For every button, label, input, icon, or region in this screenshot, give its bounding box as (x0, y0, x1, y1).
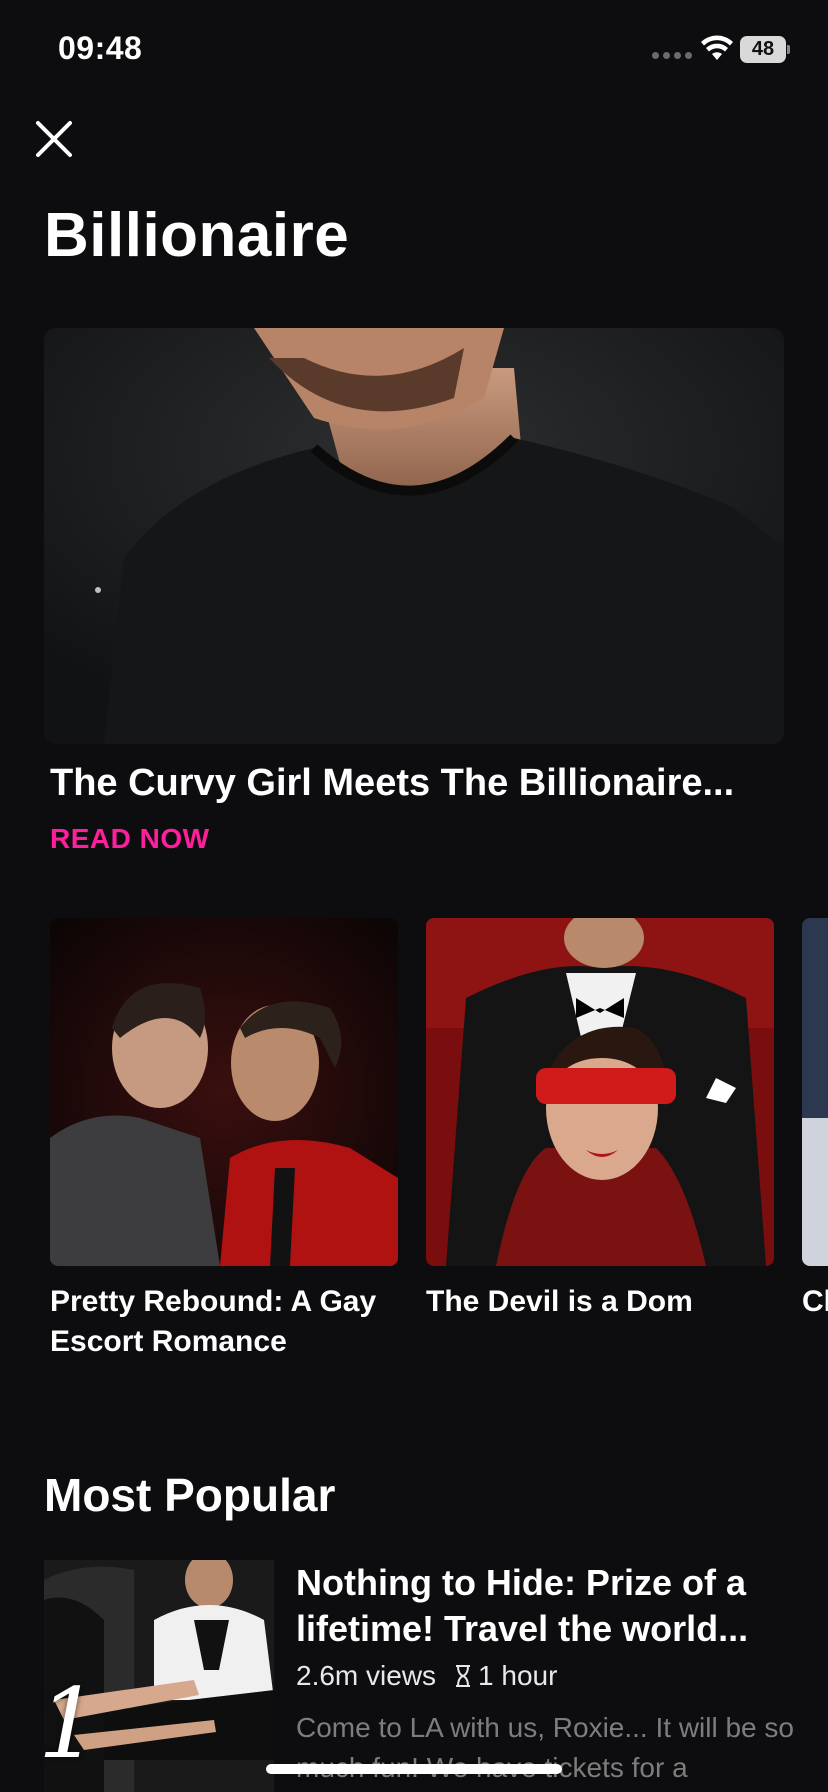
popular-description: Come to LA with us, Roxie... It will be … (296, 1712, 794, 1783)
book-card[interactable]: The Devil is a Dom (426, 918, 774, 1322)
read-now-button[interactable]: READ NOW (50, 823, 210, 855)
hero-title[interactable]: The Curvy Girl Meets The Billionaire... (50, 762, 770, 805)
battery-level: 48 (740, 36, 786, 63)
views-count: 2.6m views (296, 1660, 437, 1691)
page-title: Billionaire (44, 201, 350, 270)
book-cover[interactable] (50, 918, 398, 1266)
popular-meta: 2.6m views 1 hour (296, 1660, 557, 1692)
section-title-most-popular: Most Popular (44, 1469, 336, 1521)
wifi-icon (701, 35, 733, 60)
popular-list-item[interactable]: 1 Nothing to Hide: Prize of a lifetime! … (44, 1560, 794, 1792)
book-card[interactable]: Pretty Rebound: A Gay Escort Romance (50, 918, 398, 1362)
book-cover[interactable] (802, 918, 828, 1266)
close-icon[interactable] (30, 115, 78, 163)
book-title[interactable]: Cl (802, 1282, 828, 1322)
book-title[interactable]: The Devil is a Dom (426, 1282, 774, 1322)
home-indicator[interactable] (266, 1764, 562, 1774)
cellular-signal-icon (652, 52, 692, 59)
rank-number: 1 (44, 1668, 100, 1780)
hourglass-icon (456, 1665, 471, 1687)
book-cover[interactable] (426, 918, 774, 1266)
status-time: 09:48 (58, 30, 143, 66)
popular-title[interactable]: Nothing to Hide: Prize of a lifetime! Tr… (296, 1560, 796, 1652)
book-card[interactable]: Cl (802, 918, 828, 1322)
book-title[interactable]: Pretty Rebound: A Gay Escort Romance (50, 1282, 398, 1362)
battery-icon: 48 (740, 36, 790, 63)
status-bar: 09:48 48 (0, 0, 828, 100)
hero-banner-image[interactable] (44, 328, 784, 744)
read-duration: 1 hour (478, 1660, 558, 1691)
book-carousel[interactable]: Pretty Rebound: A Gay Escort Romance The… (0, 918, 828, 1368)
popular-book-cover[interactable]: 1 (44, 1560, 274, 1792)
